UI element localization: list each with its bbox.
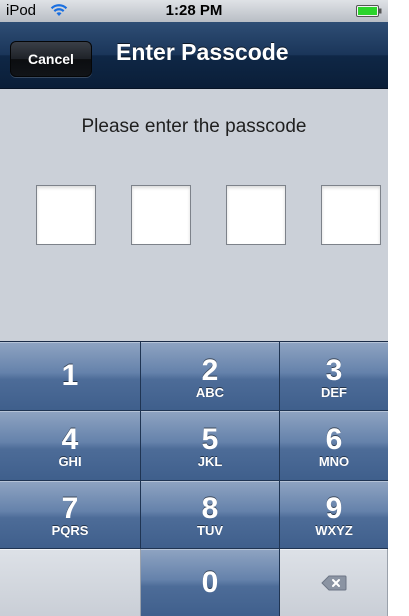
- backspace-icon: [320, 575, 346, 591]
- key-0[interactable]: 0: [141, 549, 280, 616]
- key-8[interactable]: 8 TUV: [141, 481, 280, 549]
- passcode-panel: Please enter the passcode: [0, 89, 388, 341]
- key-4[interactable]: 4 GHI: [0, 411, 141, 481]
- key-digit: 4: [61, 423, 79, 456]
- key-3[interactable]: 3 DEF: [280, 342, 388, 411]
- page-title: Enter Passcode: [116, 39, 289, 65]
- key-6[interactable]: 6 MNO: [280, 411, 388, 481]
- blank-key: [0, 549, 141, 616]
- key-9[interactable]: 9 WXYZ: [280, 481, 388, 549]
- key-letters: WXYZ: [315, 523, 353, 538]
- device-screen: iPod 1:28 PM Cancel Enter Passcode Pleas…: [0, 0, 388, 616]
- key-letters: GHI: [58, 454, 82, 469]
- key-letters: PQRS: [51, 523, 89, 538]
- key-1[interactable]: 1: [0, 342, 141, 411]
- key-letters: DEF: [321, 385, 347, 400]
- status-bar: iPod 1:28 PM: [0, 0, 388, 22]
- key-letters: JKL: [197, 454, 223, 469]
- key-7[interactable]: 7 PQRS: [0, 481, 141, 549]
- passcode-digit-field-1[interactable]: [36, 185, 96, 245]
- cancel-button[interactable]: Cancel: [10, 41, 92, 77]
- key-digit: 3: [325, 354, 343, 387]
- passcode-digit-field-4[interactable]: [321, 185, 381, 245]
- passcode-digit-field-2[interactable]: [131, 185, 191, 245]
- key-digit: 5: [201, 423, 219, 456]
- passcode-digit-field-3[interactable]: [226, 185, 286, 245]
- passcode-prompt: Please enter the passcode: [81, 116, 307, 137]
- key-digit: 6: [325, 423, 343, 456]
- key-letters: TUV: [197, 523, 223, 538]
- key-letters: ABC: [195, 385, 225, 400]
- navigation-bar: Cancel Enter Passcode: [0, 22, 388, 89]
- status-time: 1:28 PM: [165, 2, 223, 19]
- key-digit: 1: [61, 359, 79, 392]
- numeric-keypad: 1 2 ABC 3 DEF 4 GHI 5 JKL 6 MNO 7 PQRS 8…: [0, 341, 388, 616]
- key-letters: MNO: [318, 454, 350, 469]
- battery-icon: [356, 5, 382, 17]
- key-digit: 2: [201, 354, 219, 387]
- key-2[interactable]: 2 ABC: [141, 342, 280, 411]
- key-digit: 7: [61, 492, 79, 525]
- key-digit: 8: [201, 492, 219, 525]
- key-digit: 0: [201, 566, 219, 599]
- key-5[interactable]: 5 JKL: [141, 411, 280, 481]
- key-digit: 9: [325, 492, 343, 525]
- delete-key[interactable]: [280, 549, 388, 616]
